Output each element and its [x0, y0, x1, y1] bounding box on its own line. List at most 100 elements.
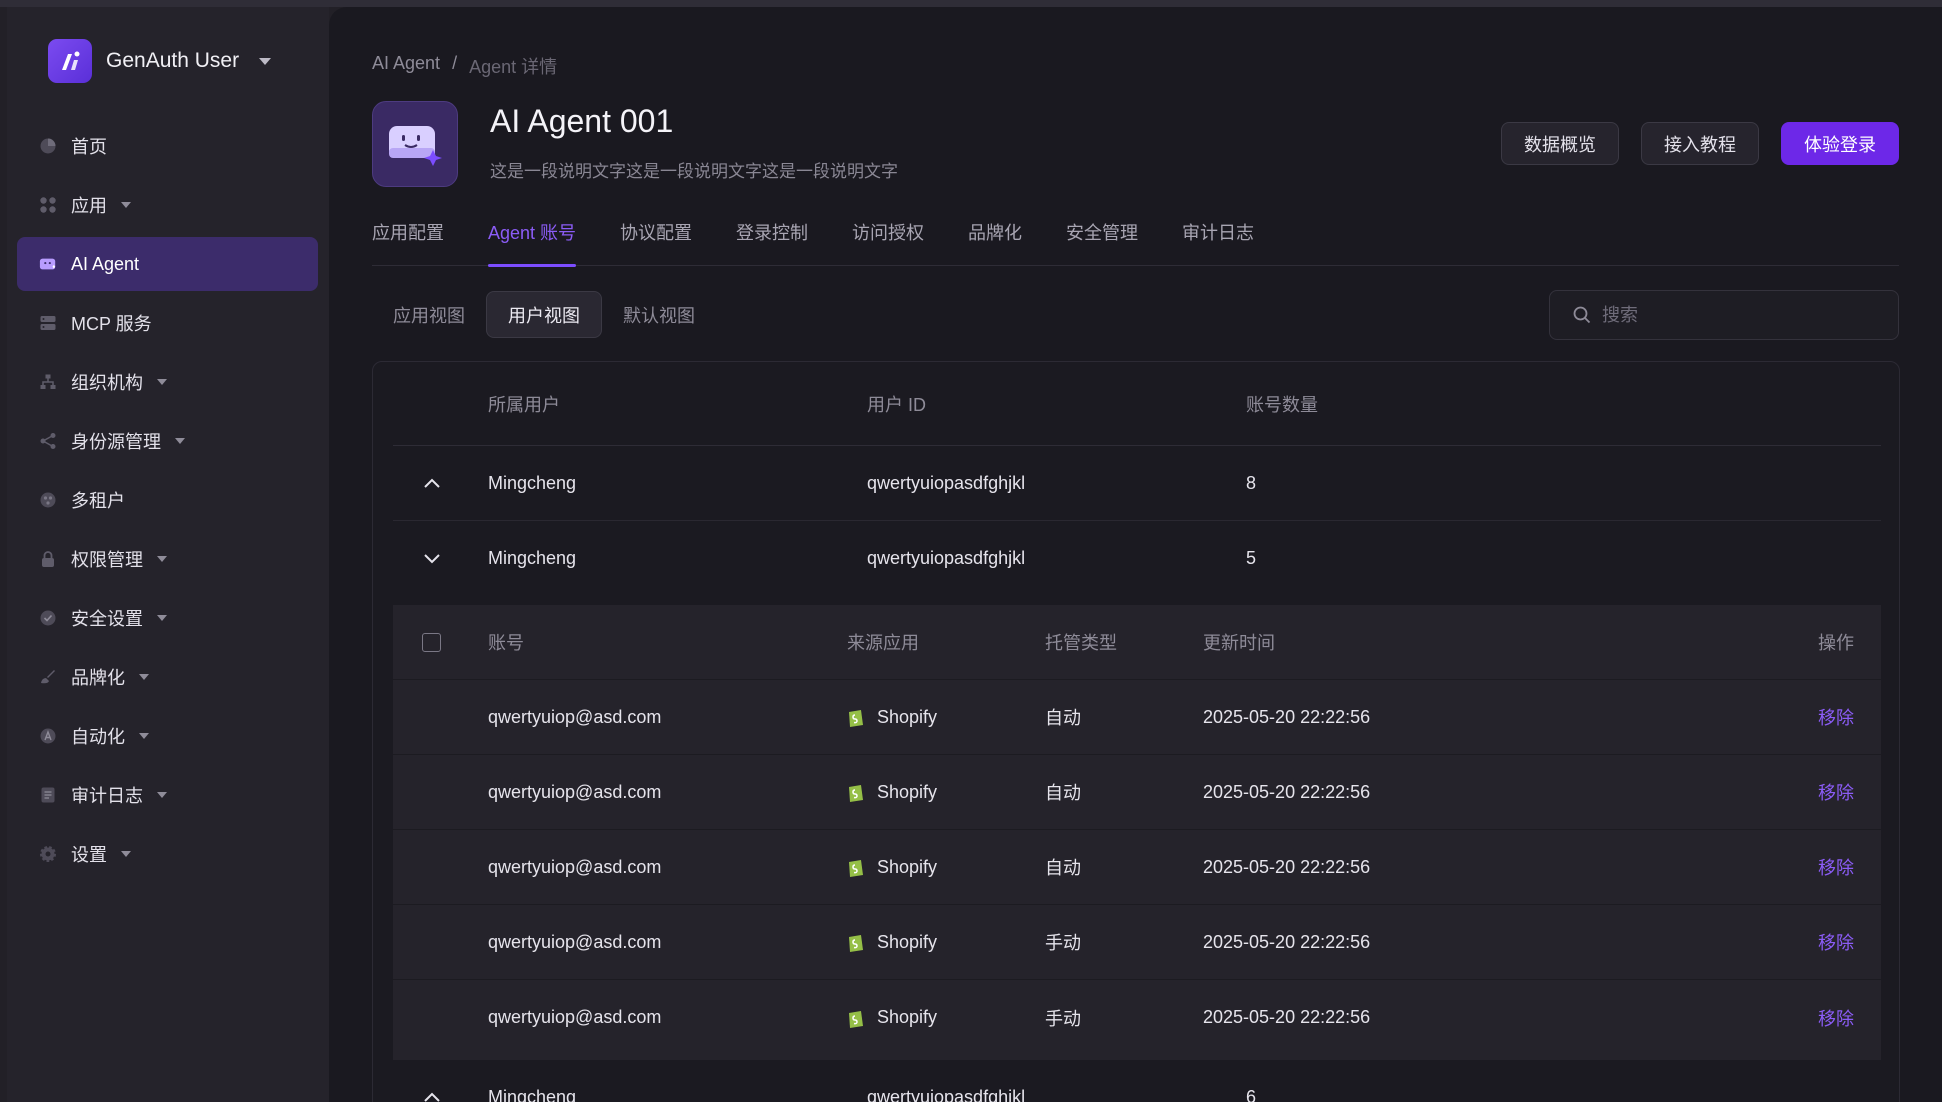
- source-app: Shopify: [847, 755, 937, 829]
- lock-icon: [39, 550, 57, 568]
- account-count: 6: [1246, 1086, 1257, 1102]
- column-header-hosting-type: 托管类型: [1045, 633, 1117, 653]
- table-row: qwertyuiop@asd.com Shopify 自动 2025-05-20…: [393, 680, 1881, 755]
- column-header-updated-time: 更新时间: [1203, 633, 1275, 653]
- sidebar-item-automation[interactable]: 自动化: [17, 709, 318, 763]
- source-app-name: Shopify: [877, 931, 938, 952]
- view-app[interactable]: 应用视图: [372, 291, 486, 338]
- table-row: qwertyuiop@asd.com Shopify 自动 2025-05-20…: [393, 830, 1881, 905]
- sidebar-item-audit-log[interactable]: 审计日志: [17, 768, 318, 822]
- source-app: Shopify: [847, 980, 937, 1055]
- source-app: Shopify: [847, 830, 937, 904]
- chevron-down-icon[interactable]: [423, 521, 441, 596]
- chevron-down-icon: [157, 792, 167, 798]
- sidebar-nav: 首页 应用 AI Agent MCP 服务 组织机构 身份源管理 多租户 权限管…: [17, 119, 318, 886]
- select-all-checkbox[interactable]: [422, 633, 441, 652]
- search-icon: [1573, 306, 1591, 324]
- chevron-up-icon[interactable]: [423, 1060, 441, 1102]
- sidebar-item-ai-agent[interactable]: AI Agent: [17, 237, 318, 291]
- sidebar-item-label: 自动化: [71, 727, 125, 747]
- sidebar-item-permissions[interactable]: 权限管理: [17, 532, 318, 586]
- share-icon: [39, 432, 57, 450]
- view-user[interactable]: 用户视图: [486, 291, 602, 338]
- sidebar-item-label: 应用: [71, 196, 107, 216]
- tab-login-control[interactable]: 登录控制: [736, 219, 808, 266]
- sidebar-item-label: 安全设置: [71, 609, 143, 629]
- view-default[interactable]: 默认视图: [602, 291, 716, 338]
- breadcrumb-parent-link[interactable]: AI Agent: [372, 53, 440, 79]
- sidebar-item-tenants[interactable]: 多租户: [17, 473, 318, 527]
- sidebar-item-label: 身份源管理: [71, 432, 161, 452]
- detail-tabs: 应用配置 Agent 账号 协议配置 登录控制 访问授权 品牌化 安全管理 审计…: [372, 219, 1899, 267]
- table-row[interactable]: Mingcheng qwertyuiopasdfghjkl 5: [393, 521, 1881, 596]
- sidebar-item-settings[interactable]: 设置: [17, 827, 318, 881]
- account-email: qwertyuiop@asd.com: [488, 706, 662, 727]
- updated-time: 2025-05-20 22:22:56: [1203, 931, 1371, 952]
- source-app-name: Shopify: [877, 1007, 938, 1027]
- tab-access-authorization[interactable]: 访问授权: [852, 219, 924, 266]
- account-email: qwertyuiop@asd.com: [488, 931, 662, 952]
- tab-agent-accounts[interactable]: Agent 账号: [488, 219, 577, 267]
- account-count: 8: [1246, 472, 1257, 493]
- chevron-down-icon: [259, 57, 272, 65]
- sidebar-item-identity-source[interactable]: 身份源管理: [17, 414, 318, 468]
- sidebar-item-org[interactable]: 组织机构: [17, 355, 318, 409]
- sidebar-item-branding[interactable]: 品牌化: [17, 650, 318, 704]
- chevron-down-icon: [157, 615, 167, 621]
- sidebar-item-mcp[interactable]: MCP 服务: [17, 296, 318, 350]
- column-header-source-app: 来源应用: [847, 633, 919, 653]
- table-row: qwertyuiop@asd.com Shopify 自动 2025-05-20…: [393, 755, 1881, 830]
- view-switcher: 应用视图 用户视图 默认视图: [372, 291, 716, 338]
- remove-link[interactable]: 移除: [1818, 680, 1854, 754]
- shield-icon: [39, 609, 57, 627]
- window-top-border: [0, 0, 1942, 7]
- agent-icon: [39, 255, 57, 273]
- chevron-up-icon[interactable]: [423, 446, 441, 520]
- user-name: Mingcheng: [488, 548, 577, 568]
- main-content: AI Agent / Agent 详情 AI Agent 001 这是一段说明文…: [329, 7, 1942, 1102]
- sidebar-item-home[interactable]: 首页: [17, 119, 318, 173]
- subtable-header: 账号 来源应用 托管类型 更新时间 操作: [393, 605, 1881, 680]
- shopify-icon: [847, 1008, 865, 1028]
- tab-protocol-config[interactable]: 协议配置: [620, 219, 692, 266]
- org-icon: [39, 373, 57, 391]
- brush-icon: [39, 668, 57, 686]
- table-row: qwertyuiop@asd.com Shopify 手动 2025-05-20…: [393, 980, 1881, 1055]
- table-row[interactable]: Mingcheng qwertyuiopasdfghjkl 6: [393, 1060, 1881, 1102]
- app-window: GenAuth User 首页 应用 AI Agent MCP 服务 组织机构 …: [0, 0, 1942, 1102]
- sidebar-item-label: 权限管理: [71, 550, 143, 570]
- user-name: Mingcheng: [488, 1086, 577, 1102]
- sidebar-item-apps[interactable]: 应用: [17, 178, 318, 232]
- source-app-name: Shopify: [877, 706, 938, 727]
- remove-link[interactable]: 移除: [1818, 755, 1854, 829]
- breadcrumb-current: Agent 详情: [469, 57, 558, 77]
- try-login-button[interactable]: 体验登录: [1781, 122, 1899, 165]
- tab-audit-log[interactable]: 审计日志: [1182, 219, 1254, 266]
- tenant-switcher[interactable]: GenAuth User: [48, 39, 272, 83]
- account-email: qwertyuiop@asd.com: [488, 1007, 662, 1027]
- search-input[interactable]: [1602, 304, 1882, 326]
- sidebar-item-security[interactable]: 安全设置: [17, 591, 318, 645]
- sidebar-item-label: 多租户: [71, 491, 125, 511]
- data-overview-button[interactable]: 数据概览: [1501, 122, 1619, 165]
- grid-icon: [39, 196, 57, 214]
- remove-link[interactable]: 移除: [1818, 830, 1854, 904]
- user-id: qwertyuiopasdfghjkl: [867, 1086, 1026, 1102]
- remove-link[interactable]: 移除: [1818, 980, 1854, 1055]
- tab-app-config[interactable]: 应用配置: [372, 219, 444, 266]
- tab-security-management[interactable]: 安全管理: [1066, 219, 1138, 266]
- robot-face-icon: [389, 126, 442, 166]
- sidebar-item-label: MCP 服务: [71, 314, 152, 334]
- account-count: 5: [1246, 548, 1257, 568]
- user-name: Mingcheng: [488, 472, 577, 493]
- tab-branding[interactable]: 品牌化: [968, 219, 1022, 266]
- remove-link[interactable]: 移除: [1818, 905, 1854, 979]
- chevron-down-icon: [157, 379, 167, 385]
- chevron-down-icon: [175, 438, 185, 444]
- user-accounts-table: 所属用户 用户 ID 账号数量 Mingcheng qwertyuiopasdf…: [372, 361, 1900, 1102]
- account-email: qwertyuiop@asd.com: [488, 781, 662, 802]
- table-row[interactable]: Mingcheng qwertyuiopasdfghjkl 8: [393, 446, 1881, 521]
- chevron-down-icon: [139, 674, 149, 680]
- tutorial-button[interactable]: 接入教程: [1641, 122, 1759, 165]
- updated-time: 2025-05-20 22:22:56: [1203, 706, 1371, 727]
